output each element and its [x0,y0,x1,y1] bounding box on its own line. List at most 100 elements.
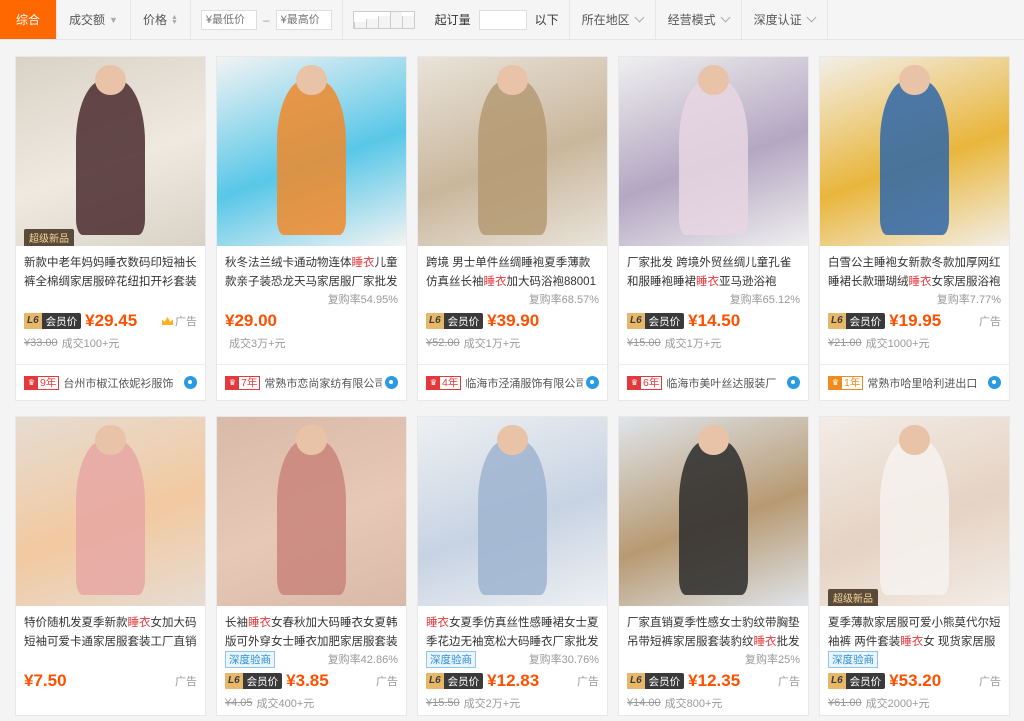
chat-icon[interactable] [586,376,599,389]
price-row: ¥7.50 广告 [16,668,205,694]
repurchase-rate: 复购率68.57% [528,294,599,306]
product-image[interactable] [217,417,406,606]
repurchase-rate: 复购率65.12% [729,294,800,306]
title-keyword: 睡衣 [351,257,375,269]
shop-name[interactable]: 常熟市恋尚家纺有限公司 [264,375,382,391]
product-card[interactable]: 厂家直销夏季性感女士豹纹带胸垫吊带短裤家居服套装豹纹睡衣批发 复购率25% L6 会员… [618,416,809,716]
product-title[interactable]: 秋冬法兰绒卡通动物连体睡衣儿童款亲子装恐龙天马家居服厂家批发 [217,246,406,290]
original-price: ¥15.00 [627,337,661,349]
chat-icon[interactable] [385,376,398,389]
chat-icon[interactable] [988,376,1001,389]
product-image[interactable] [619,57,808,246]
shop-name[interactable]: 临海市泾涌服饰有限公司 [465,375,583,391]
tab-volume[interactable]: 成交额 ▼ [57,0,131,39]
model-head [899,64,930,95]
shop-name[interactable]: 台州市椒江依妮衫服饰 [63,375,181,391]
product-title[interactable]: 睡衣女夏季仿真丝性感睡裙女士夏季花边无袖宽松大码睡衣厂家批发 [418,606,607,650]
sales-row: ¥21.00 成交1000+元 [820,334,1009,352]
product-photo [418,417,607,606]
member-price-label: 会员价 [447,315,480,328]
price-histogram-icon[interactable] [352,10,415,29]
product-card[interactable]: 超级新品 夏季薄款家居服可爱小熊莫代尔短袖裤 两件套装睡衣女 现货家居服 深度验商 L… [819,416,1010,716]
sales-volume: 成交3万+元 [229,338,286,350]
sales-volume: 成交2万+元 [463,698,521,710]
level-icon: L6 [828,673,846,689]
ad-text: 广告 [979,316,1001,328]
member-price-label: 会员价 [447,675,480,688]
product-title[interactable]: 特价随机发夏季新款睡衣女加大码短袖可爱卡通家居服套装工厂直销 [16,606,205,650]
chat-icon[interactable] [184,376,197,389]
product-card[interactable]: 长袖睡衣女春秋加大码睡衣女夏韩版可外穿女士睡衣加肥家居服套装 深度验商 复购率42.… [216,416,407,716]
model-head [296,424,327,455]
product-title[interactable]: 厂家直销夏季性感女士豹纹带胸垫吊带短裤家居服套装豹纹睡衣批发 [619,606,808,650]
product-image[interactable] [418,417,607,606]
product-image[interactable]: 超级新品 [16,57,205,246]
years-text: 9年 [40,377,57,389]
product-card[interactable]: 睡衣女夏季仿真丝性感睡裙女士夏季花边无袖宽松大码睡衣厂家批发 深度验商 复购率30.… [417,416,608,716]
shop-name[interactable]: 临海市美叶丝达服装厂 [666,375,784,391]
price-range: – [191,0,343,39]
meta-row [16,650,205,668]
title-text: 新款中老年妈妈睡衣数码印短袖长裤全棉绸家居服碎花纽扣开衫套装 [24,257,197,288]
new-product-badge: 超级新品 [828,589,878,606]
product-title[interactable]: 厂家批发 跨境外贸丝绸儿童孔雀和服睡袍睡裙睡衣亚马逊浴袍 [619,246,808,290]
region-dropdown[interactable]: 所在地区 [570,0,656,39]
product-card[interactable]: 超级新品 新款中老年妈妈睡衣数码印短袖长裤全棉绸家居服碎花纽扣开衫套装 L6 会员价 ¥… [15,56,206,401]
ad-text: 广告 [175,676,197,688]
product-card[interactable]: 特价随机发夏季新款睡衣女加大码短袖可爱卡通家居服套装工厂直销 ¥7.50 广告 [15,416,206,716]
original-price: ¥52.00 [426,337,460,349]
model-figure [880,79,949,235]
ad-label: 广告 [577,673,599,689]
product-card[interactable]: 厂家批发 跨境外贸丝绸儿童孔雀和服睡袍睡裙睡衣亚马逊浴袍 复购率65.12% L6 会… [618,56,809,401]
chat-icon[interactable] [787,376,800,389]
model-head [698,64,729,95]
ad-label: 广告 [979,673,1001,689]
price: ¥14.50 [688,311,741,330]
price-min-input[interactable] [200,9,257,30]
sales-volume: 成交800+元 [664,698,723,710]
product-card[interactable]: 跨境 男士单件丝绸睡袍夏季薄款仿真丝长袖睡衣加大码浴袍88001 复购率68.57… [417,56,608,401]
original-price: ¥61.00 [828,697,862,709]
meta-row: 复购率65.12% [619,290,808,308]
product-title[interactable]: 长袖睡衣女春秋加大码睡衣女夏韩版可外穿女士睡衣加肥家居服套装 [217,606,406,650]
original-price: ¥14.00 [627,697,661,709]
mode-dropdown[interactable]: 经营模式 [656,0,742,39]
meta-row: 复购率25% [619,650,808,668]
product-image[interactable] [16,417,205,606]
ad-label: 广告 [162,313,197,329]
product-image[interactable]: 超级新品 [820,417,1009,606]
product-title[interactable]: 跨境 男士单件丝绸睡袍夏季薄款仿真丝长袖睡衣加大码浴袍88001 [418,246,607,290]
shop-name[interactable]: 常熟市哈里哈利进出口 [867,375,985,391]
price: ¥7.50 [24,671,67,690]
member-price-tag: L6 会员价 [627,673,685,689]
model-figure [679,79,748,235]
product-title[interactable]: 白雪公主睡袍女新款冬款加厚网红睡裙长款珊瑚绒睡衣女家居服浴袍 [820,246,1009,290]
sales-row: ¥61.00 成交2000+元 [820,694,1009,712]
sales-row: ¥14.00 成交800+元 [619,694,808,712]
product-card[interactable]: 秋冬法兰绒卡通动物连体睡衣儿童款亲子装恐龙天马家居服厂家批发 复购率54.95% ¥… [216,56,407,401]
level-icon: L6 [426,673,444,689]
product-photo [217,417,406,606]
trust-icon: ♛ [226,376,239,389]
product-photo [820,417,1009,606]
depth-dropdown[interactable]: 深度认证 [742,0,828,39]
product-image[interactable] [217,57,406,246]
sales-row: ¥15.50 成交2万+元 [418,694,607,712]
product-card[interactable]: 白雪公主睡袍女新款冬款加厚网红睡裙长款珊瑚绒睡衣女家居服浴袍 复购率7.77% L6… [819,56,1010,401]
product-image[interactable] [418,57,607,246]
tab-comprehensive[interactable]: 综合 [0,0,58,39]
years-text: 7年 [241,377,258,389]
product-image[interactable] [820,57,1009,246]
title-keyword: 睡衣 [753,636,777,648]
product-image[interactable] [619,417,808,606]
tab-price[interactable]: 价格 ▲ ▼ [131,0,191,39]
product-title[interactable]: 夏季薄款家居服可爱小熊莫代尔短袖裤 两件套装睡衣女 现货家居服 [820,606,1009,650]
member-price-tag: L6 会员价 [828,313,886,329]
min-qty-input[interactable] [478,9,527,30]
ad-label: 广告 [175,673,197,689]
price-max-input[interactable] [275,9,332,30]
ad-text: 广告 [577,676,599,688]
product-title[interactable]: 新款中老年妈妈睡衣数码印短袖长裤全棉绸家居服碎花纽扣开衫套装 [16,246,205,290]
member-price-label: 会员价 [246,675,279,688]
min-order-filter: 起订量 以下 [425,0,570,39]
